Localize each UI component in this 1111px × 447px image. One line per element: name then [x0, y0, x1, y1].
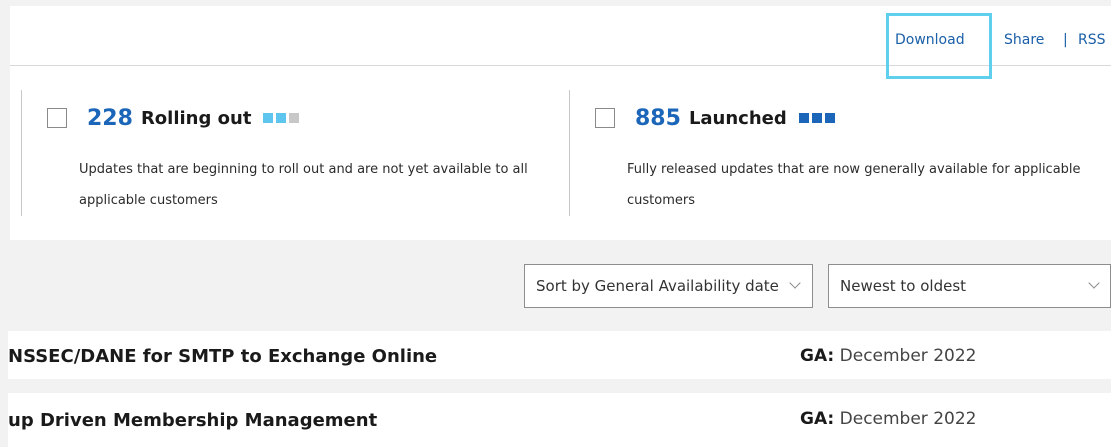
- status-progress-icon: [798, 113, 835, 123]
- status-pip: [811, 113, 822, 123]
- share-link[interactable]: Share: [1004, 32, 1044, 48]
- ga-label: GA:: [800, 346, 835, 366]
- download-link[interactable]: Download: [895, 32, 965, 48]
- status-progress-icon: [263, 113, 300, 123]
- status-pip: [263, 113, 274, 123]
- ga-label: GA:: [800, 409, 835, 429]
- roadmap-page: Download | Share | RSS 228 Rolling out U…: [0, 0, 1111, 447]
- list-item[interactable]: NSSEC/DANE for SMTP to Exchange Online G…: [8, 331, 1111, 379]
- chevron-down-icon: [1088, 277, 1100, 289]
- ga-value: December 2022: [839, 409, 977, 429]
- status-card-rolling-out: 228 Rolling out Updates that are beginni…: [21, 90, 569, 216]
- status-card-launched: 885 Launched Fully released updates that…: [569, 90, 1111, 216]
- status-count: 228: [87, 105, 133, 131]
- status-card-header: 228 Rolling out: [47, 103, 300, 133]
- status-card-header: 885 Launched: [595, 103, 835, 133]
- link-separator: |: [988, 32, 993, 48]
- status-pip: [289, 113, 300, 123]
- link-separator: |: [1063, 32, 1068, 48]
- ga-value: December 2022: [839, 346, 977, 366]
- list-item[interactable]: up Driven Membership Management GA: Dece…: [8, 393, 1111, 447]
- status-description: Fully released updates that are now gene…: [627, 162, 1081, 208]
- list-item-title: up Driven Membership Management: [8, 410, 378, 431]
- status-label: Rolling out: [140, 107, 252, 129]
- status-pip: [276, 113, 287, 123]
- status-description: Updates that are beginning to roll out a…: [79, 162, 528, 208]
- status-label: Launched: [688, 107, 787, 129]
- rss-link[interactable]: RSS: [1078, 32, 1106, 48]
- list-item-ga-date: GA: December 2022: [800, 346, 976, 366]
- sort-order-value: Newest to oldest: [840, 277, 967, 295]
- rolling-out-checkbox[interactable]: [47, 108, 67, 128]
- status-count: 885: [635, 105, 681, 131]
- launched-checkbox[interactable]: [595, 108, 615, 128]
- action-links-bar: Download | Share | RSS: [10, 6, 1111, 79]
- sort-by-select[interactable]: Sort by General Availability date: [524, 264, 813, 308]
- status-pip: [824, 113, 835, 123]
- sort-order-select[interactable]: Newest to oldest: [828, 264, 1111, 308]
- chevron-down-icon: [789, 277, 801, 289]
- status-pip: [798, 113, 809, 123]
- list-item-title: NSSEC/DANE for SMTP to Exchange Online: [8, 346, 438, 367]
- sort-by-value: Sort by General Availability date: [536, 277, 779, 295]
- list-item-ga-date: GA: December 2022: [800, 409, 976, 429]
- summary-panel: Download | Share | RSS 228 Rolling out U…: [10, 6, 1111, 240]
